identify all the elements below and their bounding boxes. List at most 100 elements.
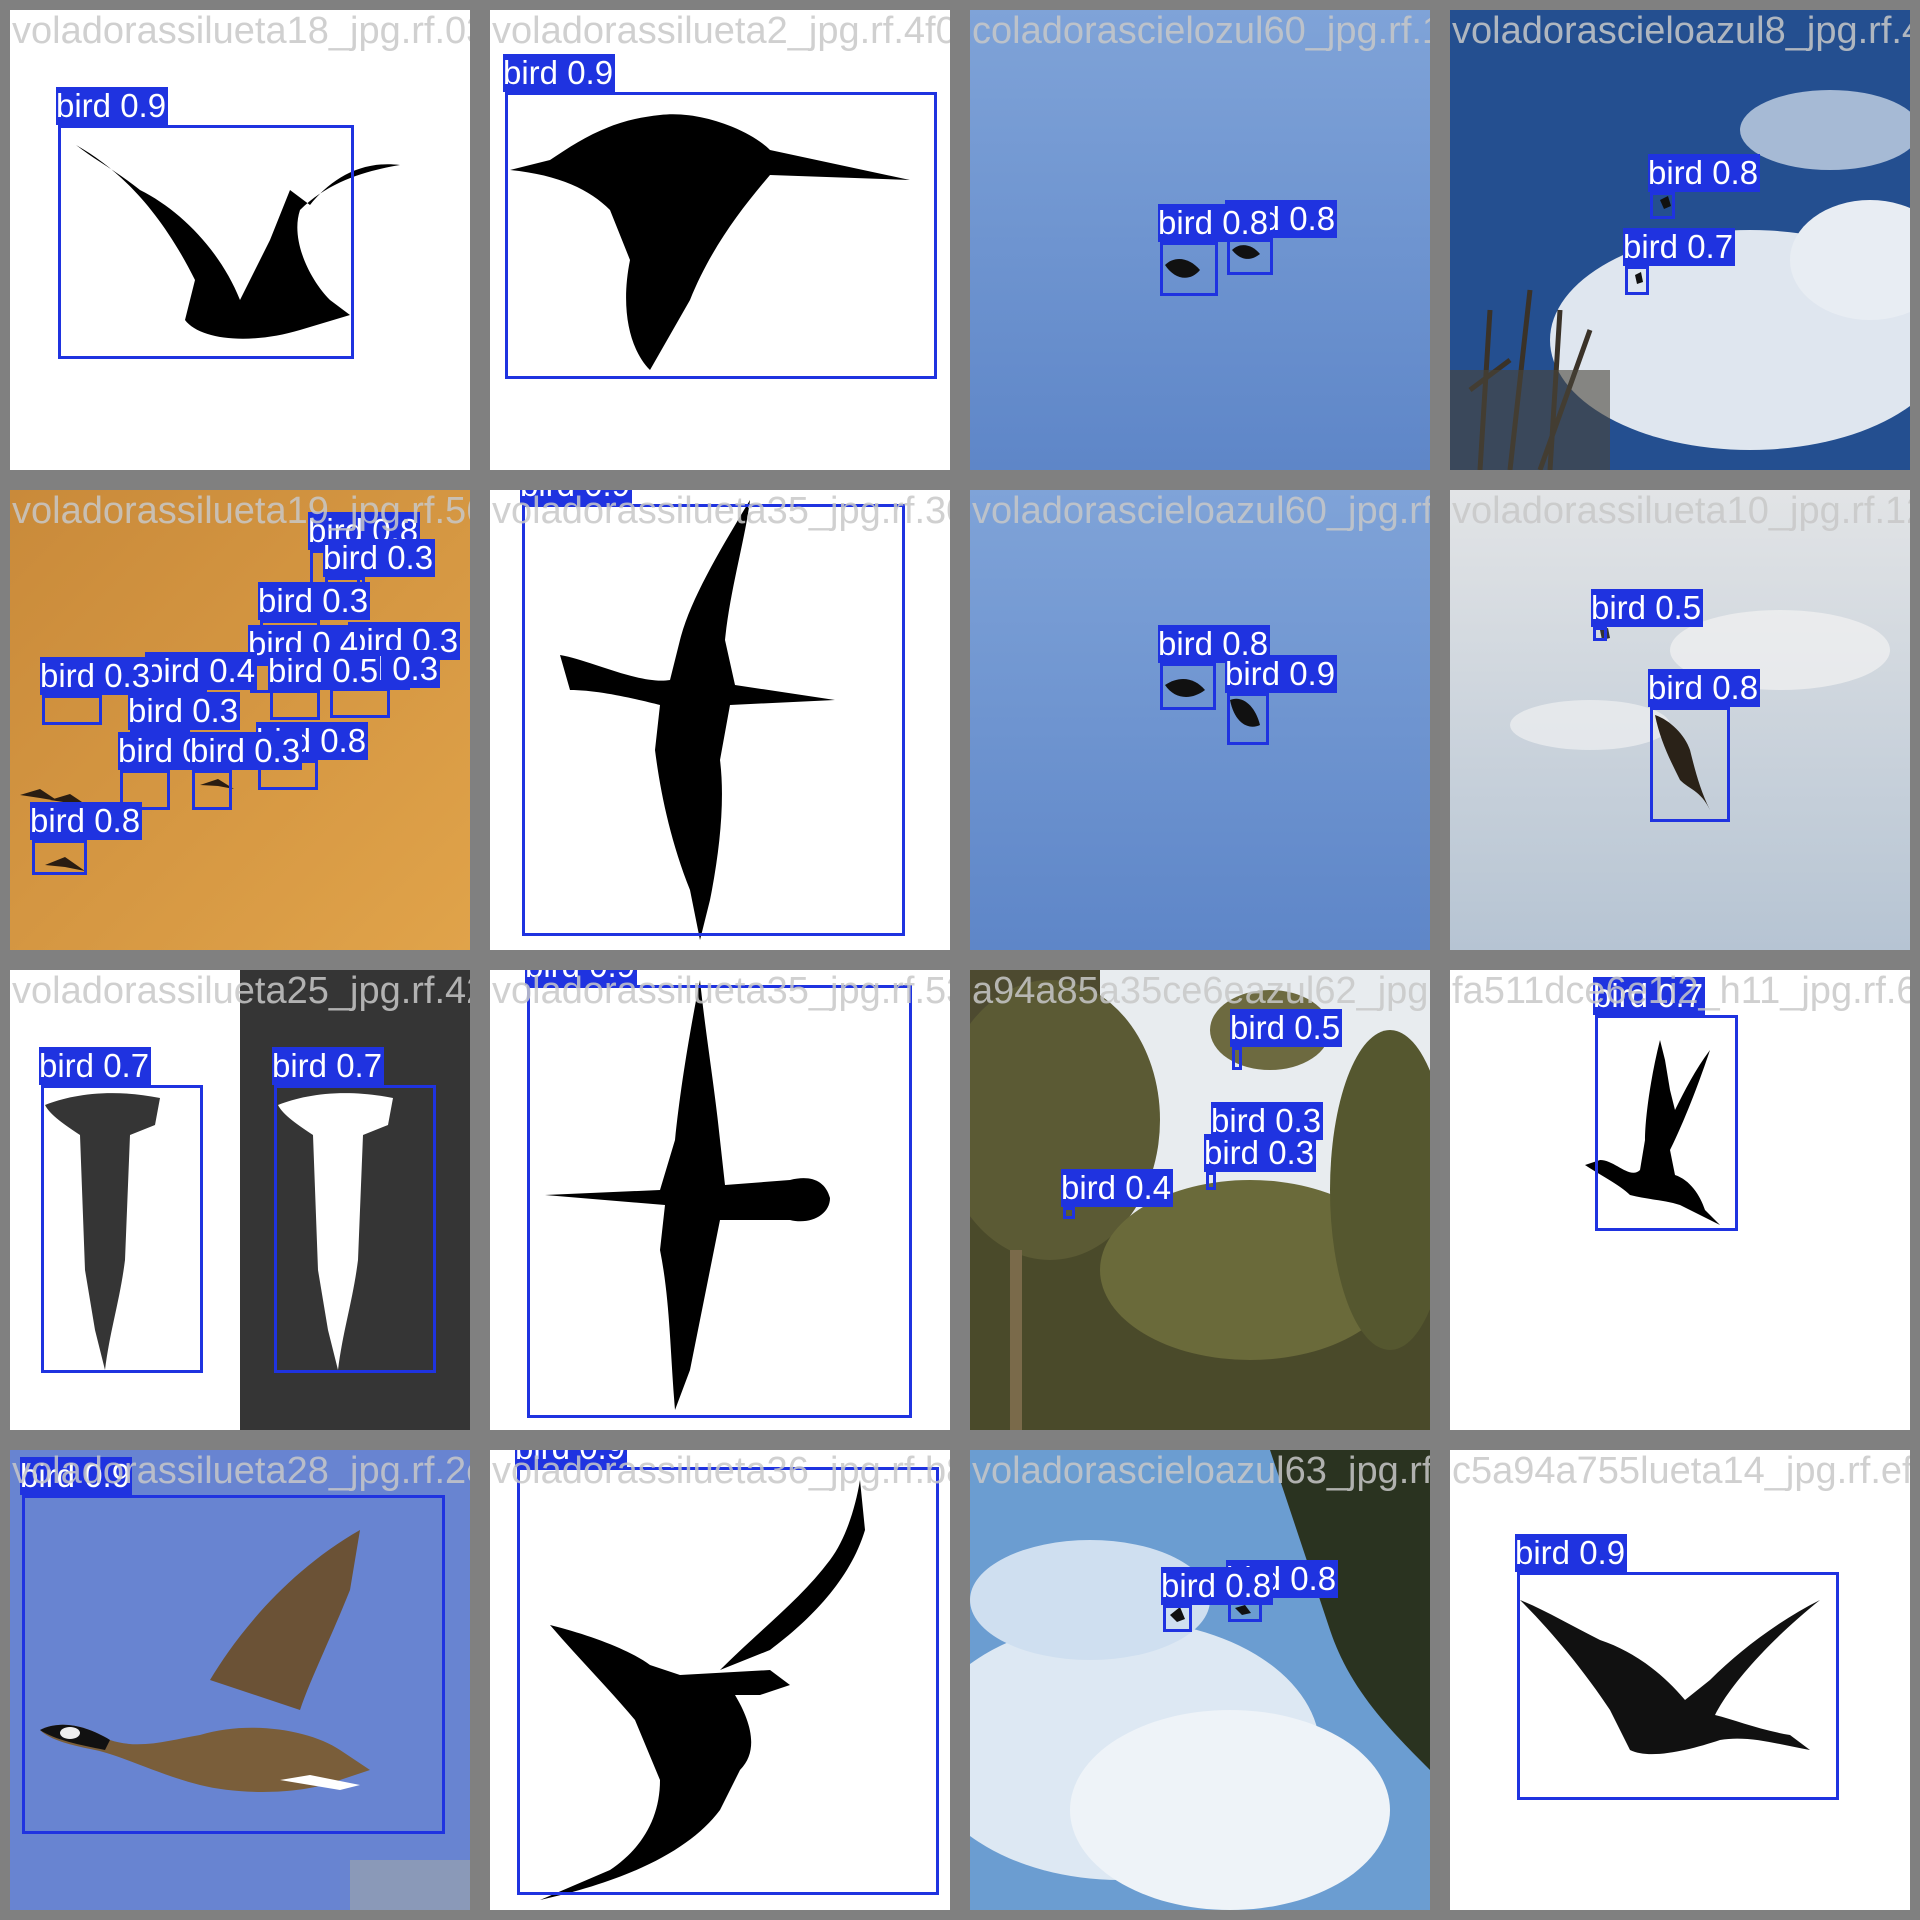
bounding-box	[1206, 1172, 1216, 1190]
image-filename: voladorascieloazul8_jpg.rf.4	[1452, 10, 1910, 52]
bounding-box	[522, 504, 905, 936]
bounding-box	[1160, 663, 1216, 710]
bounding-box	[22, 1495, 445, 1834]
bounding-box	[1593, 627, 1607, 641]
image-filename: voladorascieloazul60_jpg.rf.c	[972, 490, 1430, 532]
detection-box: bird 0.3	[40, 657, 153, 725]
detection-box: bird 0.9	[56, 87, 354, 359]
detection-box: bird 0.3	[328, 650, 441, 718]
image-tile: voladorassilueta18_jpg.rf.03b5a20basalo …	[10, 10, 470, 470]
image-filename: voladorassilueta28_jpg.rf.2e	[12, 1450, 470, 1492]
bounding-box	[1227, 693, 1269, 745]
bounding-box	[1625, 266, 1649, 295]
bounding-box	[1650, 707, 1730, 822]
detection-label: bird 0.8	[1648, 669, 1761, 707]
image-filename: voladorassilueta10_jpg.rf.12	[1452, 490, 1910, 532]
detection-box: bird 0.7	[39, 1047, 203, 1373]
detection-box: bird 0.9	[503, 54, 937, 379]
detection-box: bird 0.8	[1225, 200, 1338, 275]
image-tile: voladorassilueta25_jpg.rf.42 bird 0.7 bi…	[10, 970, 470, 1430]
image-filename: fa511dce6e1i2_h11_jpg.rf.68	[1452, 970, 1910, 1012]
image-tile: c5a94a755lueta14_jpg.rf.ef7 bird 0.9	[1450, 1450, 1910, 1910]
image-filename: voladorassilueta25_jpg.rf.42	[12, 970, 470, 1012]
image-tile: voladorassilueta35_jpg.rf.53 bird 0.9	[490, 970, 950, 1430]
bounding-box	[192, 770, 232, 810]
tree-canopy-image	[970, 970, 1430, 1430]
detection-label: bird 0.7	[39, 1047, 152, 1085]
image-filename: a94a85a35ce6eazul62_jpg.rf	[972, 970, 1430, 1012]
sky-image	[970, 490, 1430, 950]
bounding-box	[1232, 1047, 1242, 1070]
detection-box: bird 0.9	[515, 1450, 939, 1895]
bounding-box	[1517, 1572, 1839, 1800]
image-filename: voladorassilueta36_jpg.rf.b8	[492, 1450, 950, 1492]
bounding-box	[517, 1467, 939, 1895]
bounding-box	[1063, 1207, 1075, 1219]
image-filename: coladorascielozul60_jpg.rf.1dbd7c8e7ebie	[972, 10, 1430, 52]
detection-box: bird 0.9	[520, 490, 905, 936]
image-filename: c5a94a755lueta14_jpg.rf.ef7	[1452, 1450, 1910, 1492]
image-filename: voladorassilueta35_jpg.rf.53	[492, 970, 950, 1012]
detection-label: bird 0.9	[1515, 1534, 1628, 1572]
bounding-box	[32, 840, 87, 875]
bounding-box	[270, 690, 320, 720]
detection-box: bird 0.9	[20, 1457, 445, 1834]
detection-box: bird 0.5	[1230, 1009, 1343, 1070]
bounding-box	[1163, 1605, 1192, 1632]
detection-label: bird 0.5	[1591, 589, 1704, 627]
detection-box: bird 0.5	[1591, 589, 1704, 641]
detection-box: bird 0.8	[1158, 204, 1271, 296]
detection-box: bird 0.7	[272, 1047, 436, 1373]
detection-grid: voladorassilueta18_jpg.rf.03b5a20basalo …	[0, 0, 1920, 1920]
detection-box: bird 0.5	[268, 652, 381, 720]
bounding-box	[58, 125, 354, 359]
bounding-box	[1650, 192, 1675, 219]
image-tile: voladorassilueta36_jpg.rf.b8 bird 0.9	[490, 1450, 950, 1910]
image-filename: voladorassilueta19_jpg.rf.566	[12, 490, 470, 532]
image-tile: coladorascielozul60_jpg.rf.1dbd7c8e7ebie…	[970, 10, 1430, 470]
detection-label: bird 0.3	[323, 539, 436, 577]
detection-box: bird 0.8	[30, 802, 143, 875]
detection-label: bird 0.9	[1225, 655, 1338, 693]
bounding-box	[1160, 242, 1218, 296]
detection-box: bird 0.4	[1061, 1169, 1174, 1219]
detection-label: bird 0.8	[1161, 1567, 1274, 1605]
image-tile: voladorascieloazul60_jpg.rf.c bird 0.8 b…	[970, 490, 1430, 950]
detection-label: bird 0.3	[190, 732, 303, 770]
detection-label: bird 0.7	[272, 1047, 385, 1085]
bounding-box	[274, 1085, 436, 1373]
image-filename: voladorassilueta35_jpg.rf.30c1e79bc564cb	[492, 490, 950, 532]
detection-label: bird 0.3	[40, 657, 153, 695]
detection-label: bird 0.3	[1204, 1134, 1317, 1172]
detection-box: bird 0.8	[1158, 625, 1271, 710]
image-tile: voladorassilueta10_jpg.rf.12 bird 0.5 bi…	[1450, 490, 1910, 950]
image-tile: voladorascieloazul63_jpg.rf.a bird 0.8 b…	[970, 1450, 1430, 1910]
detection-label: bird 0.9	[56, 87, 169, 125]
detection-label: bird 0.7	[1623, 228, 1736, 266]
cloudy-sky-image	[970, 1450, 1430, 1910]
bounding-box	[42, 695, 102, 725]
image-filename: voladorascieloazul63_jpg.rf.a	[972, 1450, 1430, 1492]
bounding-box	[330, 688, 390, 718]
detection-label: bird 0.3	[128, 692, 241, 730]
detection-label: bird 0.4	[1061, 1169, 1174, 1207]
detection-box: bird 0.9	[1225, 655, 1338, 745]
detection-box: bird 0.7	[1623, 228, 1736, 295]
image-tile: voladorascieloazul8_jpg.rf.4 bird 0.8 bi…	[1450, 10, 1910, 470]
image-tile: voladorassilueta19_jpg.rf.566 bird 0.8 b…	[10, 490, 470, 950]
bounding-box	[505, 92, 937, 379]
detection-box: bird 0.9	[1515, 1534, 1839, 1800]
detection-box: bird 0.9	[525, 970, 912, 1418]
bounding-box	[1595, 1015, 1738, 1231]
detection-label: bird 0.8	[1648, 154, 1761, 192]
detection-box: bird 0.7	[1593, 977, 1738, 1231]
detection-box: bird 0.8	[1648, 669, 1761, 822]
detection-label: bird 0.8	[30, 802, 143, 840]
detection-box: bird 0.8	[1648, 154, 1761, 219]
detection-box: bird 0.3	[190, 732, 303, 810]
image-tile: a94a85a35ce6eazul62_jpg.rf bird 0.5 bird…	[970, 970, 1430, 1430]
detection-label: bird 0.5	[1230, 1009, 1343, 1047]
detection-label: bird 0.4	[145, 652, 258, 690]
detection-box: bird 0.8	[1161, 1567, 1274, 1632]
detection-box: bird 0.3	[1204, 1134, 1317, 1190]
